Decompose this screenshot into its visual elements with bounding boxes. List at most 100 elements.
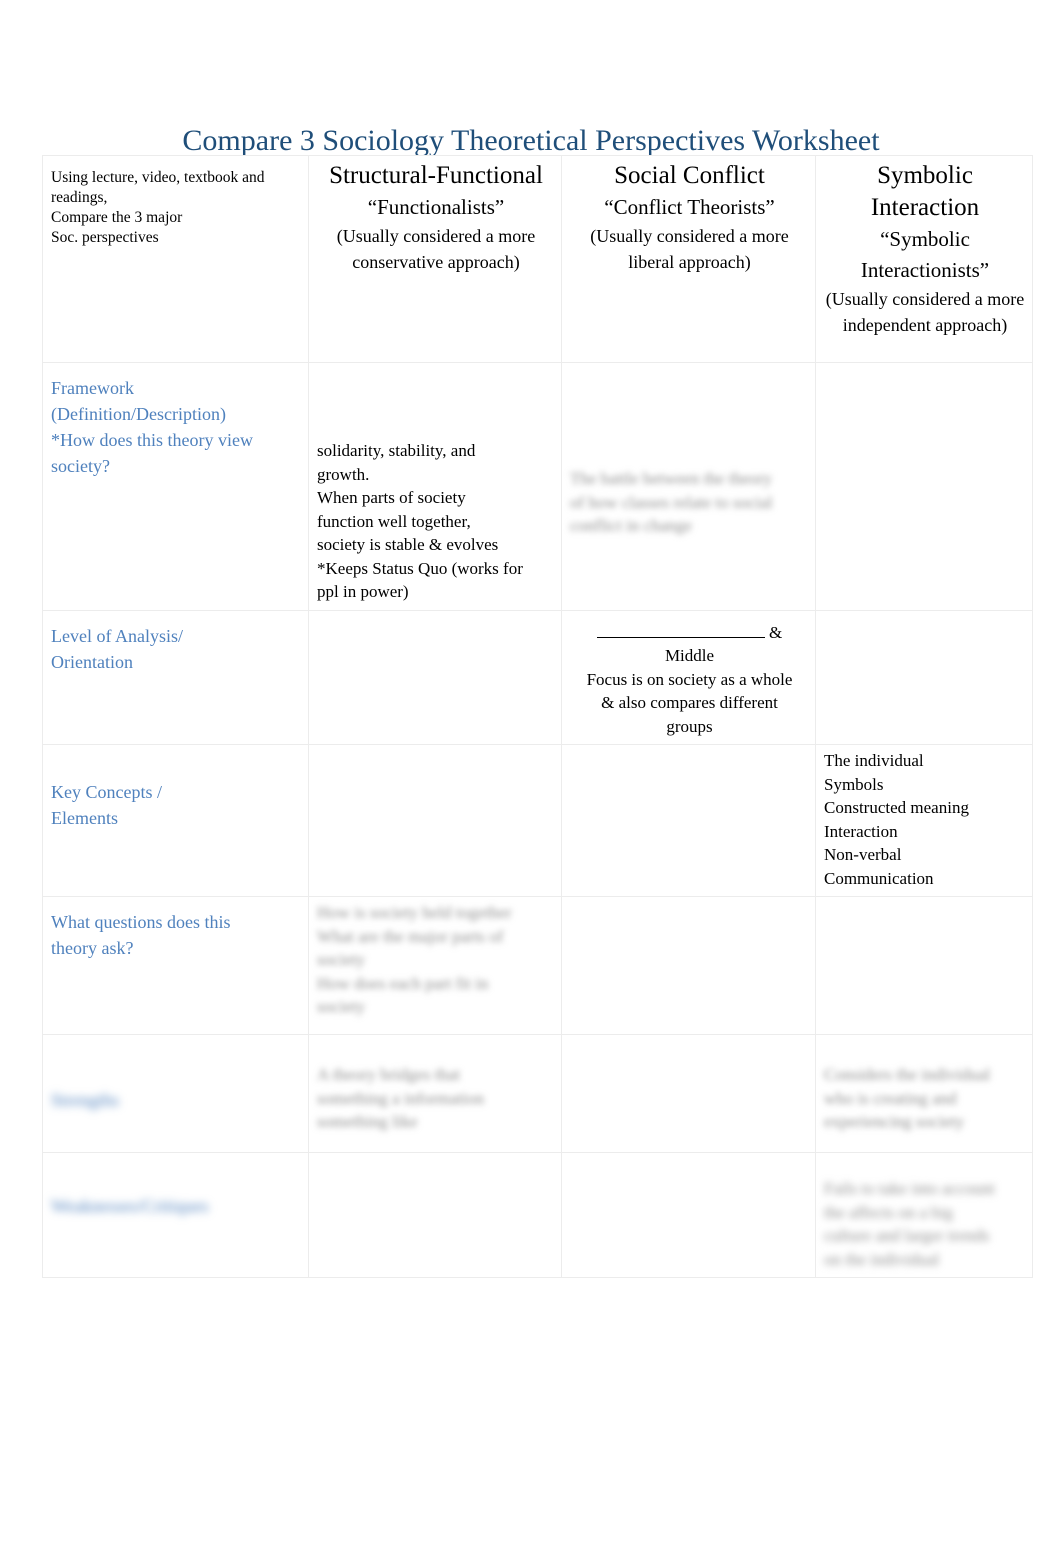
cell-line: society xyxy=(317,950,366,969)
row-label-line: Weaknesses/Critiques xyxy=(51,1196,209,1216)
row-label-text: Framework (Definition/Description) *How … xyxy=(51,367,302,479)
instructions-line: Compare the 3 major xyxy=(51,209,183,226)
column-header-social-conflict: Social Conflict “Conflict Theorists” (Us… xyxy=(561,155,816,363)
row-label-line: *How does this theory view xyxy=(51,430,253,450)
row-label-text-redacted: Strengths xyxy=(51,1039,302,1113)
cell-questions-social-conflict xyxy=(561,896,816,1035)
cell-text-redacted: Considers the individual who is creating… xyxy=(824,1039,1026,1134)
cell-text: solidarity, stability, and growth. When … xyxy=(317,367,555,604)
table-header-row: Using lecture, video, textbook and readi… xyxy=(42,155,1033,363)
row-label-line: Elements xyxy=(51,808,118,828)
cell-questions-symbolic-interaction xyxy=(815,896,1033,1035)
column-name: Social Conflict xyxy=(614,162,765,189)
instructions-cell: Using lecture, video, textbook and readi… xyxy=(42,155,309,363)
cell-line: society is stable & evolves xyxy=(317,535,499,554)
cell-key-concepts-social-conflict xyxy=(561,744,816,897)
cell-line: What are the major parts of xyxy=(317,926,504,946)
cell-line: growth. xyxy=(317,464,370,484)
cell-strengths-social-conflict xyxy=(561,1034,816,1153)
cell-line: Interaction xyxy=(824,821,898,841)
row-label-line: Framework xyxy=(51,378,134,398)
row-label-line: What questions does this xyxy=(51,912,231,932)
column-note: (Usually considered a more liberal appro… xyxy=(590,226,789,272)
row-label-strengths: Strengths xyxy=(42,1034,309,1153)
fill-in-blank[interactable] xyxy=(596,621,765,638)
row-label-line: society? xyxy=(51,456,110,476)
cell-line: Fails to take into account xyxy=(824,1179,995,1198)
cell-line: solidarity, stability, and xyxy=(317,441,476,460)
cell-framework-symbolic-interaction xyxy=(815,362,1033,611)
cell-line: experiencing society xyxy=(824,1112,965,1131)
cell-line: of how classes relate to social xyxy=(570,492,773,512)
row-label-line: Orientation xyxy=(51,651,133,672)
table-row: Strengths A theory bridges that somethin… xyxy=(42,1034,1033,1153)
instructions-line: Using lecture, video, textbook and readi… xyxy=(51,169,265,206)
cell-line: How is society held together xyxy=(317,903,512,922)
row-label-level-of-analysis: Level of Analysis/ Orientation xyxy=(42,609,309,745)
row-label-line: theory ask? xyxy=(51,938,134,958)
cell-line: Considers the individual xyxy=(824,1065,991,1084)
cell-line: The individual xyxy=(824,751,924,770)
cell-line: Constructed meaning xyxy=(824,798,969,817)
cell-line: How does each part fit in xyxy=(317,973,489,993)
cell-line: who is creating and xyxy=(824,1088,957,1108)
instructions-text: Using lecture, video, textbook and readi… xyxy=(51,160,302,248)
cell-line: Focus is on society as a whole xyxy=(586,669,793,689)
cell-weaknesses-structural-functional xyxy=(308,1152,562,1278)
cell-level-structural-functional xyxy=(308,609,562,745)
row-label-text-redacted: Weaknesses/Critiques xyxy=(51,1157,302,1219)
cell-line: ppl in power) xyxy=(317,582,409,601)
cell-line: society xyxy=(317,997,366,1016)
cell-weaknesses-social-conflict xyxy=(561,1152,816,1278)
cell-line: The battle between the theory xyxy=(570,469,773,488)
column-alias: “Functionalists” xyxy=(367,195,505,219)
cell-framework-social-conflict: The battle between the theory of how cla… xyxy=(561,362,816,611)
cell-line: & also compares different xyxy=(601,693,778,712)
column-alias: “Symbolic Interactionists” xyxy=(860,227,990,282)
row-label-framework: Framework (Definition/Description) *How … xyxy=(42,362,309,611)
cell-text-redacted: A theory bridges that something a inform… xyxy=(317,1039,555,1134)
row-label-line: Level of Analysis/ xyxy=(51,625,183,646)
row-label-line: Strengths xyxy=(51,1090,120,1110)
cell-questions-structural-functional: How is society held together What are th… xyxy=(308,896,562,1035)
cell-line: conflict in change xyxy=(570,516,692,535)
cell-level-symbolic-interaction xyxy=(815,609,1033,745)
cell-line: When parts of society xyxy=(317,488,466,507)
cell-line: something a information xyxy=(317,1088,485,1108)
cell-line: Communication xyxy=(824,868,934,888)
column-note: (Usually considered a more independent a… xyxy=(825,289,1025,335)
cell-key-concepts-structural-functional xyxy=(308,744,562,897)
cell-strengths-symbolic-interaction: Considers the individual who is creating… xyxy=(815,1034,1033,1153)
cell-line: the affects on a big xyxy=(824,1202,954,1222)
comparison-table: Using lecture, video, textbook and readi… xyxy=(42,155,1033,1278)
cell-line: Non-verbal xyxy=(824,845,902,864)
table-row: Weaknesses/Critiques Fails to take into … xyxy=(42,1152,1033,1278)
cell-text-redacted: The battle between the theory of how cla… xyxy=(570,367,809,538)
row-label-what-questions: What questions does this theory ask? xyxy=(42,896,309,1035)
cell-line-suffix: & xyxy=(769,622,783,642)
cell-line: culture and larger trends xyxy=(824,1226,990,1245)
document-page: Compare 3 Sociology Theoretical Perspect… xyxy=(0,0,1062,1561)
cell-level-social-conflict: & Middle Focus is on society as a whole … xyxy=(561,609,816,745)
cell-line: *Keeps Status Quo (works for xyxy=(317,558,523,578)
cell-text: The individual Symbols Constructed meani… xyxy=(824,749,1026,890)
row-label-line: (Definition/Description) xyxy=(51,404,226,424)
cell-line: function well together, xyxy=(317,511,471,531)
column-name: Structural-Functional xyxy=(329,162,543,189)
column-note: (Usually considered a more conservative … xyxy=(336,226,536,272)
cell-line: on the individual xyxy=(824,1249,940,1269)
cell-line: groups xyxy=(666,716,713,736)
row-label-line: Key Concepts / xyxy=(51,782,162,802)
cell-text: & Middle Focus is on society as a whole … xyxy=(570,615,809,739)
table-row: What questions does this theory ask? How… xyxy=(42,896,1033,1035)
column-name: Symbolic Interaction xyxy=(870,162,980,221)
cell-text-redacted: Fails to take into account the affects o… xyxy=(824,1157,1026,1271)
column-alias: “Conflict Theorists” xyxy=(604,195,775,219)
row-label-key-concepts: Key Concepts / Elements xyxy=(42,744,309,897)
row-label-text: What questions does this theory ask? xyxy=(51,901,302,961)
cell-key-concepts-symbolic-interaction: The individual Symbols Constructed meani… xyxy=(815,744,1033,897)
cell-text-redacted: How is society held together What are th… xyxy=(317,901,555,1019)
cell-line: A theory bridges that xyxy=(317,1065,461,1084)
cell-line: Middle xyxy=(664,646,715,665)
cell-line: something like xyxy=(317,1112,418,1131)
